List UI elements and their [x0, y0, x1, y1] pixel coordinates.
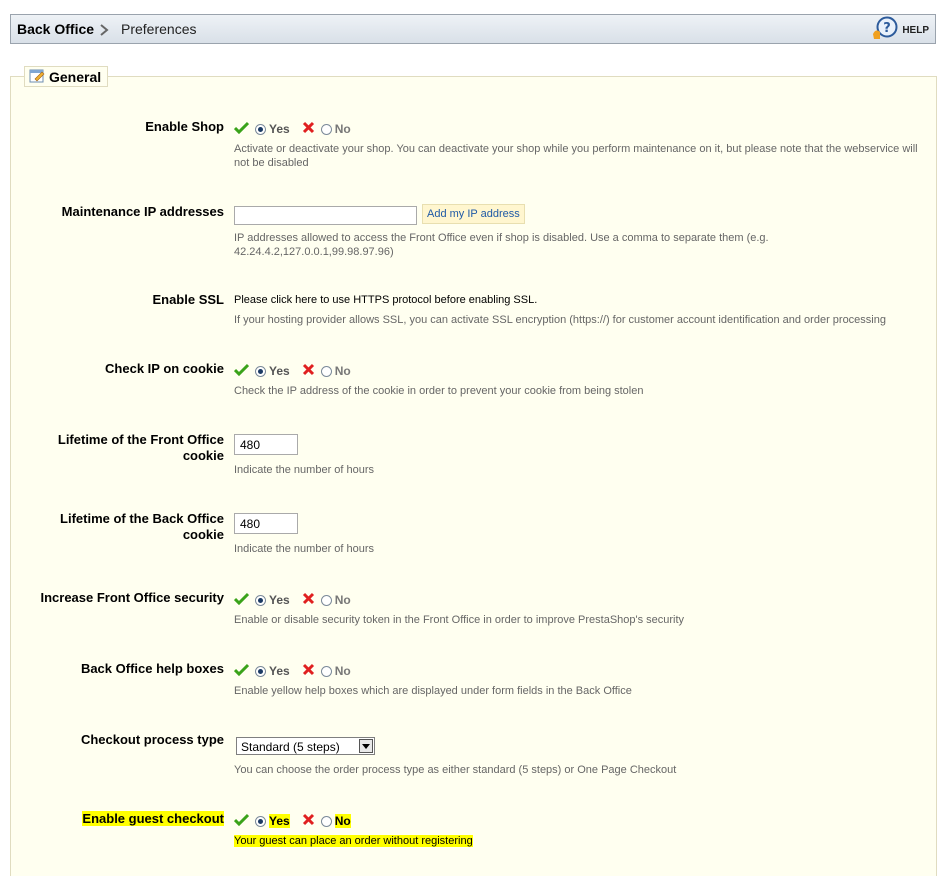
back-cookie-label: Lifetime of the Back Office cookie: [60, 511, 224, 542]
help-boxes-toggle: Yes No: [233, 663, 351, 679]
dropdown-arrow-icon[interactable]: [359, 739, 373, 753]
help-boxes-no-radio[interactable]: [320, 665, 332, 677]
enable-shop-hint: Activate or deactivate your shop. You ca…: [234, 143, 918, 169]
enable-ssl-link[interactable]: Please click here to use HTTPS protocol …: [234, 294, 537, 306]
check-icon: [233, 813, 250, 829]
breadcrumb-preferences: Preferences: [121, 21, 197, 37]
checkout-type-label: Checkout process type: [80, 732, 224, 747]
check-icon: [233, 592, 250, 608]
front-security-label: Increase Front Office security: [40, 590, 224, 605]
guest-checkout-label-text: Enable guest checkout: [82, 811, 224, 826]
front-security-toggle: Yes No: [233, 592, 351, 608]
front-security-hint: Enable or disable security token in the …: [234, 614, 685, 626]
svg-text:?: ?: [884, 21, 892, 36]
checkout-type-hint: You can choose the order process type as…: [234, 764, 677, 776]
help-boxes-hint: Enable yellow help boxes which are displ…: [234, 685, 632, 697]
enable-ssl-hint: If your hosting provider allows SSL, you…: [234, 314, 886, 326]
yes-label: Yes: [269, 664, 290, 678]
fieldset-legend-text: General: [49, 68, 102, 85]
check-icon: [233, 663, 250, 679]
back-cookie-hint: Indicate the number of hours: [234, 543, 375, 555]
no-label: No: [334, 593, 351, 607]
yes-label: Yes: [269, 364, 290, 378]
enable-ssl-label: Enable SSL: [152, 292, 224, 307]
front-cookie-input[interactable]: [234, 434, 298, 455]
guest-checkout-toggle: Yes No: [233, 813, 351, 829]
front-security-no-radio[interactable]: [320, 594, 332, 606]
breadcrumb-back-office[interactable]: Back Office: [17, 21, 94, 37]
guest-checkout-hint-text: Your guest can place an order without re…: [234, 835, 473, 847]
cross-icon: [302, 121, 315, 137]
enable-shop-yes-radio[interactable]: [255, 123, 266, 135]
maintenance-ip-input[interactable]: [234, 206, 417, 225]
guest-checkout-label: Enable guest checkout: [19, 811, 224, 827]
enable-shop-no-radio[interactable]: [320, 123, 332, 135]
check-ip-cookie-hint: Check the IP address of the cookie in or…: [234, 385, 644, 397]
guest-checkout-yes-radio[interactable]: [255, 815, 266, 827]
help-icon: ?: [872, 16, 898, 45]
front-cookie-hint: Indicate the number of hours: [234, 464, 375, 476]
yes-label: Yes: [269, 122, 290, 136]
yes-label: Yes: [269, 593, 290, 607]
enable-shop-label: Enable Shop: [145, 119, 224, 134]
add-my-ip-button[interactable]: Add my IP address: [422, 204, 525, 224]
check-ip-cookie-label: Check IP on cookie: [105, 361, 224, 376]
no-label: No: [334, 122, 351, 136]
preferences-icon: [29, 68, 45, 86]
cross-icon: [302, 813, 315, 829]
help-button[interactable]: ? HELP: [872, 16, 929, 45]
check-icon: [233, 363, 250, 379]
cross-icon: [302, 363, 315, 379]
chevron-right-icon: [99, 23, 109, 41]
check-ip-cookie-yes-radio[interactable]: [255, 365, 266, 377]
enable-shop-toggle: Yes No: [233, 121, 351, 137]
help-boxes-yes-radio[interactable]: [255, 665, 266, 677]
no-label: No: [334, 814, 351, 828]
no-label: No: [334, 664, 351, 678]
no-label: No: [334, 364, 351, 378]
front-security-yes-radio[interactable]: [255, 594, 266, 606]
check-ip-cookie-no-radio[interactable]: [320, 365, 332, 377]
breadcrumb: Back Office Preferences ? HELP: [10, 14, 936, 44]
cross-icon: [302, 592, 315, 608]
back-cookie-input[interactable]: [234, 513, 298, 534]
checkout-type-select[interactable]: Standard (5 steps): [236, 737, 375, 755]
fieldset-legend: General: [24, 66, 109, 87]
guest-checkout-no-radio[interactable]: [320, 815, 332, 827]
check-icon: [233, 121, 250, 137]
guest-checkout-hint: Your guest can place an order without re…: [234, 834, 924, 848]
maintenance-ip-hint: IP addresses allowed to access the Front…: [234, 232, 769, 258]
check-ip-cookie-toggle: Yes No: [233, 363, 351, 379]
checkout-type-selected: Standard (5 steps): [241, 740, 340, 754]
maintenance-ip-label: Maintenance IP addresses: [61, 204, 224, 219]
yes-label: Yes: [269, 814, 290, 828]
help-label: HELP: [902, 24, 929, 36]
cross-icon: [302, 663, 315, 679]
help-boxes-label: Back Office help boxes: [80, 661, 224, 676]
front-cookie-label: Lifetime of the Front Office cookie: [57, 432, 224, 463]
